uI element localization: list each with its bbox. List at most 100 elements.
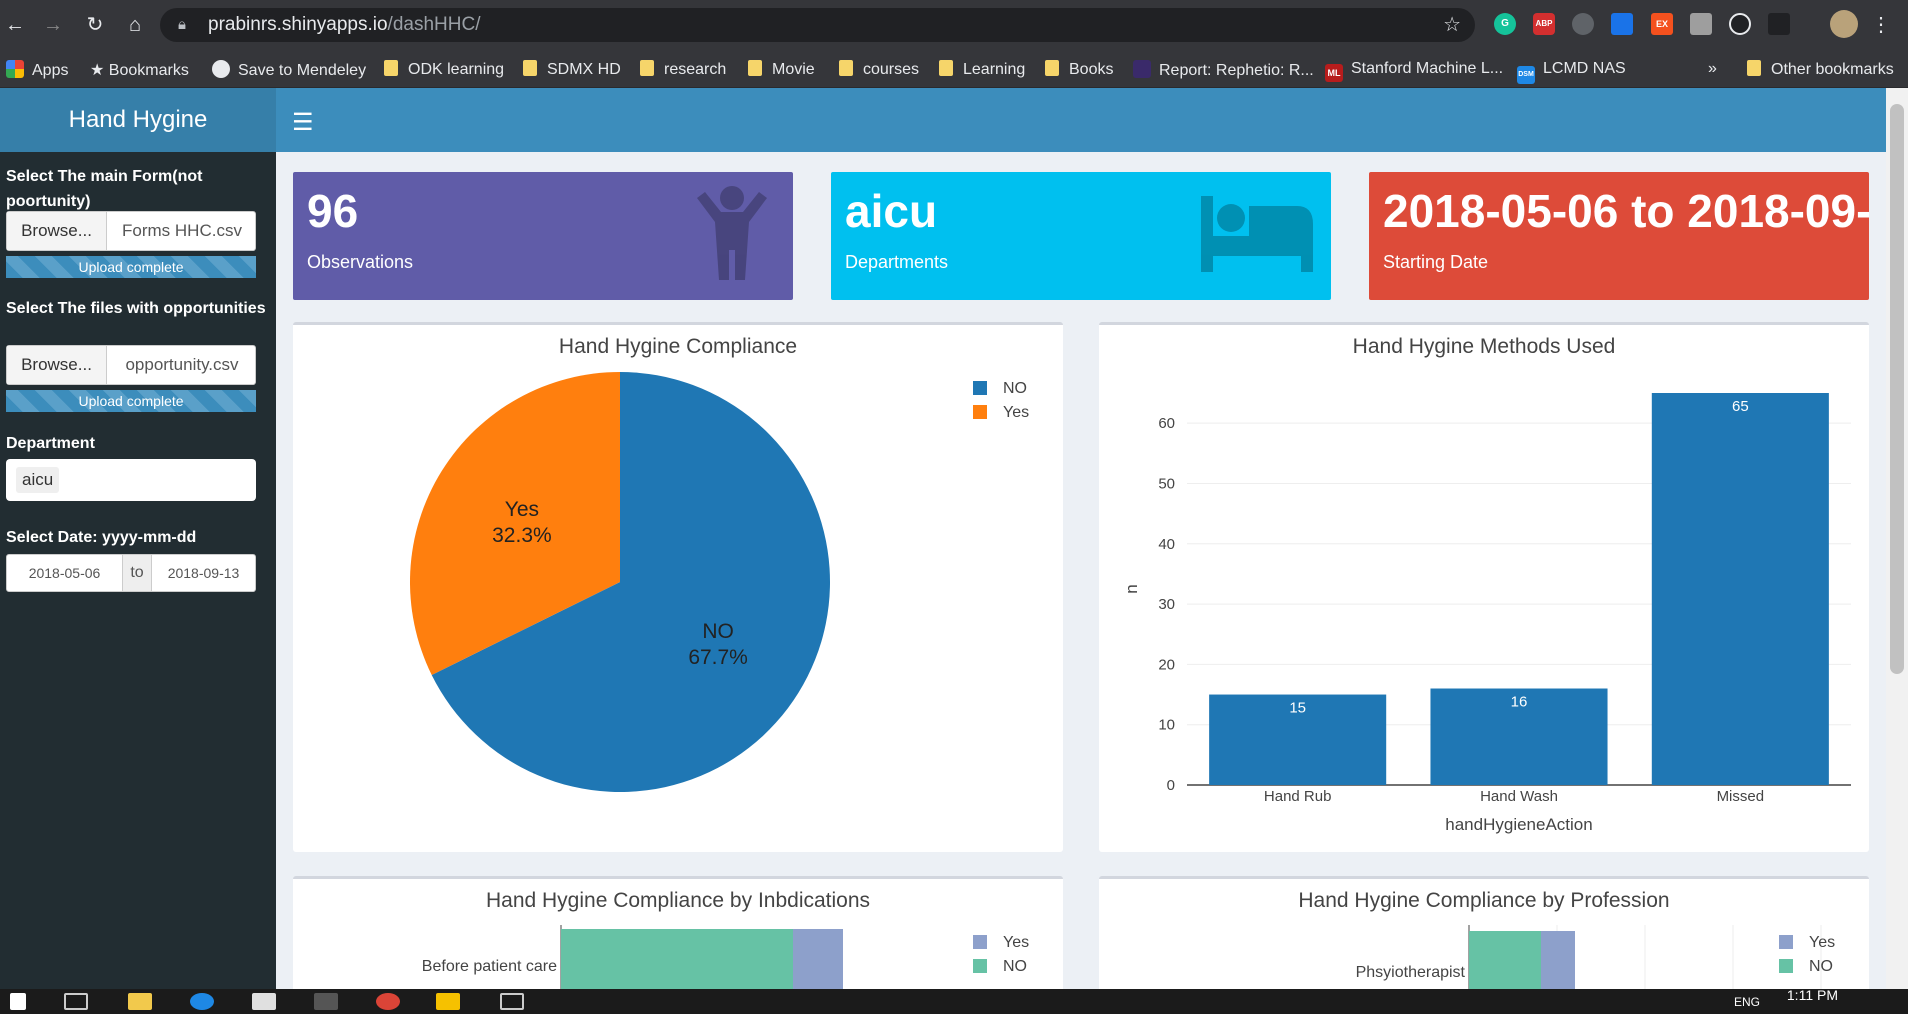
- address-bar[interactable]: 🔒︎ prabinrs.shinyapps.io/dashHHC/ ☆: [160, 8, 1475, 42]
- y-tick-label: 60: [1158, 415, 1175, 432]
- bookmark-star-icon[interactable]: ☆: [1443, 8, 1461, 42]
- bookmark-folder[interactable]: Books: [1045, 60, 1113, 79]
- bookmark-folder[interactable]: ODK learning: [384, 60, 504, 79]
- compliance-pie-chart: NO 67.7% Yes 32.3%: [409, 372, 830, 792]
- department-label: Department: [6, 435, 95, 452]
- indications-bar-chart: Before patient care: [422, 925, 843, 989]
- folder-icon: [1747, 60, 1761, 76]
- slice-label: 32.3%: [492, 524, 552, 547]
- legend-item-yes[interactable]: Yes: [973, 401, 1029, 425]
- bookmark-other[interactable]: Other bookmarks: [1747, 60, 1894, 79]
- bookmark-folder[interactable]: SDMX HD: [523, 60, 621, 79]
- date-label: Select Date: yyyy-mm-dd: [6, 529, 197, 546]
- app-icon[interactable]: [314, 993, 338, 1010]
- bookmark-folder[interactable]: Movie: [748, 60, 815, 79]
- folder-icon: [523, 60, 537, 76]
- bookmark-apps[interactable]: Apps: [6, 60, 68, 80]
- language-indicator[interactable]: ENG: [1734, 995, 1760, 1009]
- legend-item-no[interactable]: NO: [973, 377, 1029, 401]
- legend-item-yes[interactable]: Yes: [973, 931, 1029, 955]
- bar-value-label: 16: [1511, 694, 1528, 711]
- slice-label: 67.7%: [688, 646, 748, 669]
- folder-icon: [839, 60, 853, 76]
- adblock-icon[interactable]: ABP: [1533, 13, 1555, 35]
- hamburger-menu-icon[interactable]: ☰: [292, 108, 314, 137]
- grammarly-icon[interactable]: G: [1494, 13, 1516, 35]
- app-icon[interactable]: [252, 993, 276, 1010]
- extension-icon[interactable]: [1572, 13, 1594, 35]
- clock[interactable]: 1:11 PM: [1787, 989, 1838, 1003]
- folder-icon: [748, 60, 762, 76]
- forward-icon[interactable]: →: [40, 12, 66, 38]
- bookmark-bookmarks[interactable]: ★ Bookmarks: [90, 60, 189, 80]
- sidebar: Select The main Form(not poortunity) Bro…: [0, 152, 276, 989]
- avatar[interactable]: [1830, 10, 1858, 38]
- app-icon[interactable]: [436, 993, 460, 1010]
- url-path: /dashHHC/: [387, 14, 481, 35]
- bookmark-stanford-ml[interactable]: ML Stanford Machine L...: [1325, 60, 1503, 82]
- browse-button[interactable]: Browse...: [7, 212, 107, 250]
- x-tick-label: Hand Wash: [1480, 788, 1558, 805]
- legend-swatch: [973, 935, 987, 949]
- legend-swatch: [973, 405, 987, 419]
- ml-icon: ML: [1325, 64, 1343, 82]
- indications-legend: Yes NO: [973, 931, 1029, 979]
- file-explorer-icon[interactable]: [128, 993, 152, 1010]
- bookmark-lcmd-nas[interactable]: DSM LCMD NAS: [1517, 60, 1626, 84]
- legend-item-no[interactable]: NO: [1779, 955, 1835, 979]
- bookmark-rephetio[interactable]: Report: Rephetio: R...: [1133, 60, 1314, 80]
- os-taskbar: ENG 1:11 PM: [0, 989, 1908, 1014]
- top-navbar: ☰: [276, 88, 1886, 152]
- task-view-icon[interactable]: [64, 993, 88, 1010]
- main-form-file-input[interactable]: Browse... Forms HHC.csv: [6, 211, 256, 251]
- end-date-input[interactable]: 2018-09-13: [152, 555, 255, 591]
- department-select[interactable]: aicu: [6, 459, 256, 501]
- app-title[interactable]: Hand Hygine: [0, 88, 276, 152]
- extension-icon[interactable]: [1690, 13, 1712, 35]
- menu-kebab-icon[interactable]: ⋮: [1868, 12, 1894, 38]
- bookmark-folder[interactable]: Learning: [939, 60, 1025, 79]
- windows-start-icon[interactable]: [10, 993, 26, 1010]
- start-date-input[interactable]: 2018-05-06: [7, 555, 122, 591]
- bar-yes: [793, 929, 843, 989]
- back-icon[interactable]: ←: [2, 12, 28, 38]
- profession-bar-chart: Phsyiotherapist: [1356, 925, 1822, 989]
- photos-icon[interactable]: [500, 993, 524, 1010]
- bar-no: [561, 929, 793, 989]
- bookmarks-overflow[interactable]: »: [1708, 60, 1717, 78]
- opportunity-file-input[interactable]: Browse... opportunity.csv: [6, 345, 256, 385]
- x-axis-label: handHygieneAction: [1445, 815, 1592, 834]
- browse-button[interactable]: Browse...: [7, 346, 107, 384]
- child-icon: [697, 186, 767, 280]
- methods-bar-chart: 0 10 20 30 40 50 60 15 Hand Rub 16 Hand Wash 65 Miss…: [1122, 393, 1851, 834]
- bed-icon: [1201, 196, 1313, 272]
- page-scrollbar[interactable]: [1886, 88, 1908, 989]
- y-tick-label: 10: [1158, 717, 1175, 734]
- bar-value-label: 15: [1289, 700, 1306, 717]
- legend-item-yes[interactable]: Yes: [1779, 931, 1835, 955]
- y-tick-label: 20: [1158, 656, 1175, 673]
- extension-icon[interactable]: EX: [1651, 13, 1673, 35]
- value-box-value: aicu: [845, 185, 938, 237]
- extension-icon[interactable]: [1768, 13, 1790, 35]
- value-box-label: Starting Date: [1383, 252, 1489, 272]
- value-box-value: 2018-05-06 to 2018-09-13: [1383, 185, 1869, 237]
- scrollbar-thumb[interactable]: [1890, 104, 1904, 674]
- reload-icon[interactable]: ↻: [82, 12, 108, 38]
- extension-icon[interactable]: [1729, 13, 1751, 35]
- chrome-icon[interactable]: [376, 993, 400, 1010]
- extension-icon[interactable]: [1611, 13, 1633, 35]
- legend-swatch: [1779, 959, 1793, 973]
- department-chip[interactable]: aicu: [16, 467, 60, 493]
- profession-card: Hand Hygine Compliance by Profession Phs…: [1099, 876, 1869, 989]
- bar-value-label: 65: [1732, 398, 1749, 415]
- bookmark-folder[interactable]: courses: [839, 60, 919, 79]
- bookmark-mendeley[interactable]: Save to Mendeley: [212, 60, 366, 80]
- y-axis-label: n: [1122, 584, 1141, 593]
- home-icon[interactable]: ⌂: [122, 12, 148, 38]
- edge-icon[interactable]: [190, 993, 214, 1010]
- star-icon: ★: [90, 62, 109, 79]
- legend-item-no[interactable]: NO: [973, 955, 1029, 979]
- bookmark-folder[interactable]: research: [640, 60, 726, 79]
- slice-label: NO: [702, 620, 734, 643]
